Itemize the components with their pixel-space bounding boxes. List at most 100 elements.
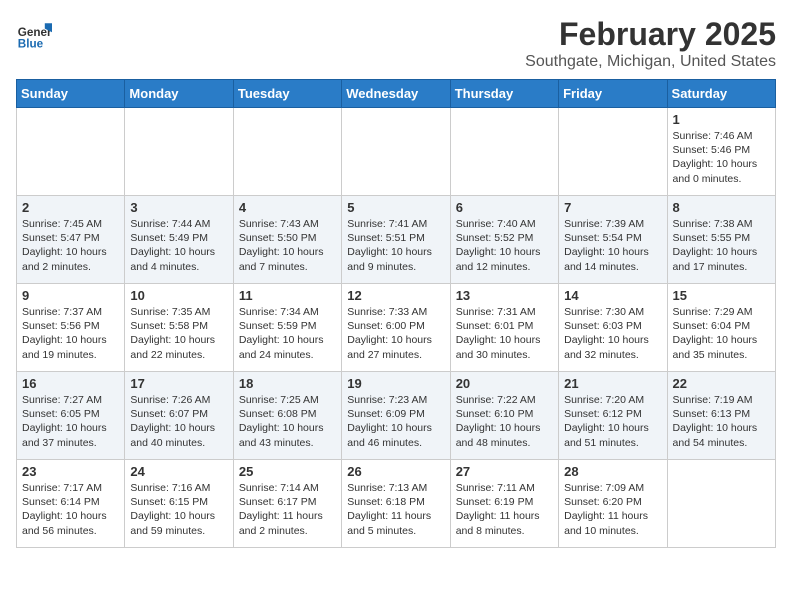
day-number: 9 <box>22 288 119 303</box>
day-info: Sunrise: 7:13 AM Sunset: 6:18 PM Dayligh… <box>347 481 444 538</box>
calendar-cell: 22Sunrise: 7:19 AM Sunset: 6:13 PM Dayli… <box>667 372 775 460</box>
day-info: Sunrise: 7:22 AM Sunset: 6:10 PM Dayligh… <box>456 393 553 450</box>
calendar-cell: 27 Sunrise: 7:11 AM Sunset: 6:19 PM Dayli… <box>450 460 558 548</box>
calendar-cell <box>342 108 450 196</box>
day-number: 23 <box>22 464 119 479</box>
svg-text:Blue: Blue <box>18 38 44 51</box>
calendar-cell: 21Sunrise: 7:20 AM Sunset: 6:12 PM Dayli… <box>559 372 667 460</box>
day-number: 7 <box>564 200 661 215</box>
calendar-cell: 6 Sunrise: 7:40 AM Sunset: 5:52 PM Daylig… <box>450 196 558 284</box>
calendar-cell: 26 Sunrise: 7:13 AM Sunset: 6:18 PM Dayli… <box>342 460 450 548</box>
calendar-cell <box>450 108 558 196</box>
weekday-header-wednesday: Wednesday <box>342 80 450 108</box>
day-number: 22 <box>673 376 770 391</box>
calendar-week-row: 16 Sunrise: 7:27 AM Sunset: 6:05 PM Dayli… <box>17 372 776 460</box>
weekday-header-friday: Friday <box>559 80 667 108</box>
calendar-cell: 3 Sunrise: 7:44 AM Sunset: 5:49 PM Daylig… <box>125 196 233 284</box>
day-info: Sunrise: 7:26 AM Sunset: 6:07 PM Dayligh… <box>130 393 227 450</box>
calendar-cell: 14Sunrise: 7:30 AM Sunset: 6:03 PM Dayli… <box>559 284 667 372</box>
calendar-cell: 8Sunrise: 7:38 AM Sunset: 5:55 PM Daylig… <box>667 196 775 284</box>
day-number: 16 <box>22 376 119 391</box>
day-number: 3 <box>130 200 227 215</box>
day-info: Sunrise: 7:27 AM Sunset: 6:05 PM Dayligh… <box>22 393 119 450</box>
day-info: Sunrise: 7:11 AM Sunset: 6:19 PM Dayligh… <box>456 481 553 538</box>
calendar-cell: 28 Sunrise: 7:09 AM Sunset: 6:20 PM Dayli… <box>559 460 667 548</box>
day-info: Sunrise: 7:43 AM Sunset: 5:50 PM Dayligh… <box>239 217 336 274</box>
day-info: Sunrise: 7:23 AM Sunset: 6:09 PM Dayligh… <box>347 393 444 450</box>
day-info: Sunrise: 7:17 AM Sunset: 6:14 PM Dayligh… <box>22 481 119 538</box>
logo-icon: General Blue <box>16 16 52 52</box>
day-number: 26 <box>347 464 444 479</box>
title-area: February 2025 Southgate, Michigan, Unite… <box>525 16 776 71</box>
calendar-cell: 9 Sunrise: 7:37 AM Sunset: 5:56 PM Daylig… <box>17 284 125 372</box>
day-number: 6 <box>456 200 553 215</box>
weekday-header-monday: Monday <box>125 80 233 108</box>
day-number: 21 <box>564 376 661 391</box>
day-info: Sunrise: 7:31 AM Sunset: 6:01 PM Dayligh… <box>456 305 553 362</box>
day-number: 17 <box>130 376 227 391</box>
calendar-cell: 11 Sunrise: 7:34 AM Sunset: 5:59 PM Dayli… <box>233 284 341 372</box>
calendar-cell <box>559 108 667 196</box>
weekday-header-thursday: Thursday <box>450 80 558 108</box>
day-number: 12 <box>347 288 444 303</box>
weekday-header-saturday: Saturday <box>667 80 775 108</box>
logo: General Blue <box>16 16 56 52</box>
day-number: 27 <box>456 464 553 479</box>
day-number: 11 <box>239 288 336 303</box>
day-info: Sunrise: 7:29 AM Sunset: 6:04 PM Dayligh… <box>673 305 770 362</box>
day-number: 19 <box>347 376 444 391</box>
day-info: Sunrise: 7:25 AM Sunset: 6:08 PM Dayligh… <box>239 393 336 450</box>
calendar-cell <box>125 108 233 196</box>
day-info: Sunrise: 7:41 AM Sunset: 5:51 PM Dayligh… <box>347 217 444 274</box>
calendar-week-row: 9 Sunrise: 7:37 AM Sunset: 5:56 PM Daylig… <box>17 284 776 372</box>
day-number: 18 <box>239 376 336 391</box>
calendar-cell: 4 Sunrise: 7:43 AM Sunset: 5:50 PM Daylig… <box>233 196 341 284</box>
day-info: Sunrise: 7:45 AM Sunset: 5:47 PM Dayligh… <box>22 217 119 274</box>
calendar-cell: 7 Sunrise: 7:39 AM Sunset: 5:54 PM Daylig… <box>559 196 667 284</box>
calendar-week-row: 23 Sunrise: 7:17 AM Sunset: 6:14 PM Dayli… <box>17 460 776 548</box>
day-number: 20 <box>456 376 553 391</box>
calendar-cell <box>667 460 775 548</box>
day-number: 25 <box>239 464 336 479</box>
calendar-cell: 5Sunrise: 7:41 AM Sunset: 5:51 PM Daylig… <box>342 196 450 284</box>
day-number: 10 <box>130 288 227 303</box>
day-info: Sunrise: 7:44 AM Sunset: 5:49 PM Dayligh… <box>130 217 227 274</box>
day-number: 8 <box>673 200 770 215</box>
weekday-header-row: SundayMondayTuesdayWednesdayThursdayFrid… <box>17 80 776 108</box>
weekday-header-sunday: Sunday <box>17 80 125 108</box>
day-info: Sunrise: 7:30 AM Sunset: 6:03 PM Dayligh… <box>564 305 661 362</box>
header: General Blue February 2025 Southgate, Mi… <box>16 16 776 71</box>
weekday-header-tuesday: Tuesday <box>233 80 341 108</box>
day-info: Sunrise: 7:34 AM Sunset: 5:59 PM Dayligh… <box>239 305 336 362</box>
day-number: 4 <box>239 200 336 215</box>
day-info: Sunrise: 7:37 AM Sunset: 5:56 PM Dayligh… <box>22 305 119 362</box>
day-info: Sunrise: 7:14 AM Sunset: 6:17 PM Dayligh… <box>239 481 336 538</box>
calendar-week-row: 1 Sunrise: 7:46 AM Sunset: 5:46 PM Daylig… <box>17 108 776 196</box>
calendar-cell <box>233 108 341 196</box>
calendar-cell: 10 Sunrise: 7:35 AM Sunset: 5:58 PM Dayli… <box>125 284 233 372</box>
calendar-cell: 15 Sunrise: 7:29 AM Sunset: 6:04 PM Dayli… <box>667 284 775 372</box>
calendar-cell: 18 Sunrise: 7:25 AM Sunset: 6:08 PM Dayli… <box>233 372 341 460</box>
day-number: 13 <box>456 288 553 303</box>
calendar-cell: 17 Sunrise: 7:26 AM Sunset: 6:07 PM Dayli… <box>125 372 233 460</box>
day-number: 28 <box>564 464 661 479</box>
day-info: Sunrise: 7:09 AM Sunset: 6:20 PM Dayligh… <box>564 481 661 538</box>
day-info: Sunrise: 7:40 AM Sunset: 5:52 PM Dayligh… <box>456 217 553 274</box>
main-title: February 2025 <box>525 16 776 53</box>
day-info: Sunrise: 7:46 AM Sunset: 5:46 PM Dayligh… <box>673 129 770 186</box>
day-info: Sunrise: 7:39 AM Sunset: 5:54 PM Dayligh… <box>564 217 661 274</box>
calendar-cell: 1 Sunrise: 7:46 AM Sunset: 5:46 PM Daylig… <box>667 108 775 196</box>
day-number: 15 <box>673 288 770 303</box>
day-info: Sunrise: 7:16 AM Sunset: 6:15 PM Dayligh… <box>130 481 227 538</box>
calendar-cell: 12 Sunrise: 7:33 AM Sunset: 6:00 PM Dayli… <box>342 284 450 372</box>
calendar-cell: 2Sunrise: 7:45 AM Sunset: 5:47 PM Daylig… <box>17 196 125 284</box>
calendar-cell: 23 Sunrise: 7:17 AM Sunset: 6:14 PM Dayli… <box>17 460 125 548</box>
calendar-week-row: 2Sunrise: 7:45 AM Sunset: 5:47 PM Daylig… <box>17 196 776 284</box>
day-info: Sunrise: 7:35 AM Sunset: 5:58 PM Dayligh… <box>130 305 227 362</box>
calendar-cell: 13 Sunrise: 7:31 AM Sunset: 6:01 PM Dayli… <box>450 284 558 372</box>
calendar-table: SundayMondayTuesdayWednesdayThursdayFrid… <box>16 79 776 548</box>
day-number: 1 <box>673 112 770 127</box>
day-info: Sunrise: 7:33 AM Sunset: 6:00 PM Dayligh… <box>347 305 444 362</box>
subtitle: Southgate, Michigan, United States <box>525 53 776 71</box>
calendar-cell: 25 Sunrise: 7:14 AM Sunset: 6:17 PM Dayli… <box>233 460 341 548</box>
